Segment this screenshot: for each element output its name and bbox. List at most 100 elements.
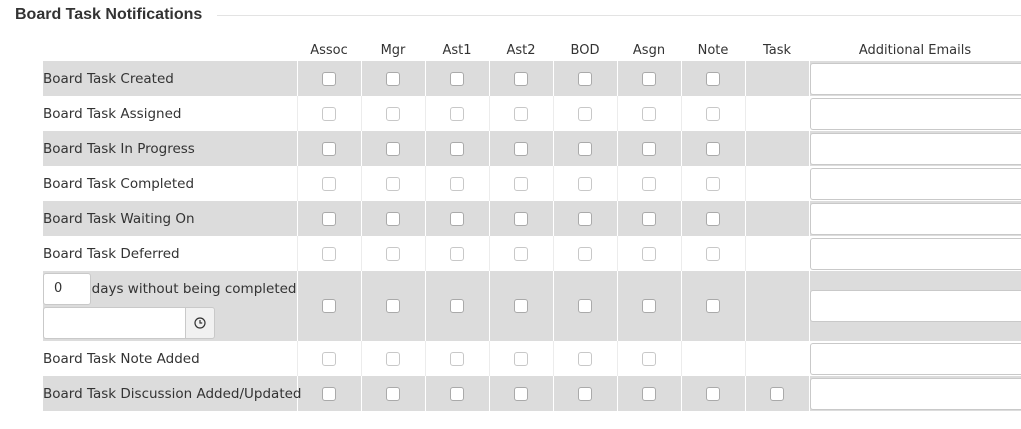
asgn-checkbox[interactable]: [642, 106, 656, 121]
note-cell-empty: [680, 341, 745, 376]
assoc-checkbox[interactable]: [322, 141, 336, 156]
bod-checkbox[interactable]: [578, 176, 592, 191]
section-divider: [217, 15, 1021, 16]
mgr-checkbox[interactable]: [386, 386, 400, 401]
bod-checkbox[interactable]: [578, 141, 592, 156]
mgr-checkbox[interactable]: [386, 351, 400, 366]
ast1-checkbox[interactable]: [450, 71, 464, 86]
table-row: 0 days without being completed: [43, 271, 1021, 341]
bod-checkbox[interactable]: [578, 246, 592, 261]
note-checkbox[interactable]: [706, 299, 720, 313]
ast2-checkbox[interactable]: [514, 71, 528, 86]
additional-emails-input[interactable]: [809, 377, 1021, 410]
table-row: Board Task Assigned: [43, 96, 1021, 131]
additional-emails-input[interactable]: [809, 97, 1021, 130]
ast1-checkbox[interactable]: [450, 176, 464, 191]
assoc-checkbox[interactable]: [322, 351, 336, 366]
mgr-checkbox[interactable]: [386, 141, 400, 156]
ast1-checkbox[interactable]: [450, 351, 464, 366]
ast2-checkbox[interactable]: [514, 211, 528, 226]
ast2-checkbox[interactable]: [514, 351, 528, 366]
col-header-bod: BOD: [570, 43, 600, 58]
additional-emails-input[interactable]: [809, 202, 1021, 235]
days-suffix-label: days without being completed: [91, 281, 297, 297]
assoc-checkbox[interactable]: [322, 386, 336, 401]
additional-emails-input[interactable]: [809, 342, 1021, 375]
note-checkbox[interactable]: [706, 106, 720, 121]
note-checkbox[interactable]: [706, 141, 720, 156]
notification-table: Assoc Mgr Ast1 Ast2 BOD Asgn Note Task A…: [43, 40, 1021, 411]
ast1-checkbox[interactable]: [450, 386, 464, 401]
assoc-checkbox[interactable]: [322, 299, 336, 313]
task-cell-empty: [744, 96, 809, 131]
ast1-checkbox[interactable]: [450, 141, 464, 156]
days-input[interactable]: 0: [43, 273, 91, 305]
header-row: Assoc Mgr Ast1 Ast2 BOD Asgn Note Task A…: [43, 40, 1021, 61]
bod-checkbox[interactable]: [578, 71, 592, 86]
mgr-checkbox[interactable]: [386, 299, 400, 313]
asgn-checkbox[interactable]: [642, 141, 656, 156]
additional-emails-input[interactable]: [809, 132, 1021, 165]
time-input[interactable]: [43, 307, 185, 339]
bod-checkbox[interactable]: [578, 299, 592, 313]
bod-checkbox[interactable]: [578, 351, 592, 366]
ast1-checkbox[interactable]: [450, 246, 464, 261]
additional-emails-input[interactable]: [809, 290, 1021, 322]
col-header-ast1: Ast1: [442, 43, 472, 58]
task-cell-empty: [744, 236, 809, 271]
task-checkbox[interactable]: [770, 386, 784, 401]
ast2-checkbox[interactable]: [514, 106, 528, 121]
note-checkbox[interactable]: [706, 71, 720, 86]
row-label-days: 0 days without being completed: [43, 271, 297, 341]
assoc-checkbox[interactable]: [322, 211, 336, 226]
asgn-checkbox[interactable]: [642, 71, 656, 86]
asgn-checkbox[interactable]: [642, 176, 656, 191]
asgn-checkbox[interactable]: [642, 246, 656, 261]
bod-checkbox[interactable]: [578, 211, 592, 226]
assoc-checkbox[interactable]: [322, 176, 336, 191]
bod-checkbox[interactable]: [578, 106, 592, 121]
ast2-checkbox[interactable]: [514, 141, 528, 156]
ast2-checkbox[interactable]: [514, 176, 528, 191]
note-checkbox[interactable]: [706, 211, 720, 226]
task-cell-empty: [744, 166, 809, 201]
mgr-checkbox[interactable]: [386, 106, 400, 121]
note-checkbox[interactable]: [706, 176, 720, 191]
asgn-checkbox[interactable]: [642, 351, 656, 366]
assoc-checkbox[interactable]: [322, 246, 336, 261]
asgn-checkbox[interactable]: [642, 299, 656, 313]
mgr-checkbox[interactable]: [386, 71, 400, 86]
asgn-checkbox[interactable]: [642, 386, 656, 401]
section-title: Board Task Notifications: [15, 6, 203, 23]
clock-icon: [194, 317, 206, 329]
asgn-checkbox[interactable]: [642, 211, 656, 226]
note-checkbox[interactable]: [706, 386, 720, 401]
time-picker-button[interactable]: [185, 307, 215, 339]
task-cell-empty: [744, 271, 809, 341]
note-checkbox[interactable]: [706, 246, 720, 261]
ast1-checkbox[interactable]: [450, 299, 464, 313]
row-label: Board Task Deferred: [43, 245, 180, 262]
additional-emails-input[interactable]: [809, 237, 1021, 270]
task-cell-empty: [744, 131, 809, 166]
ast2-checkbox[interactable]: [514, 299, 528, 313]
assoc-checkbox[interactable]: [322, 71, 336, 86]
table-row: Board Task Waiting On: [43, 201, 1021, 236]
ast2-checkbox[interactable]: [514, 386, 528, 401]
row-label: Board Task Assigned: [43, 105, 182, 122]
col-header-mgr: Mgr: [380, 43, 406, 58]
col-header-asgn: Asgn: [632, 43, 666, 58]
row-label: Board Task Discussion Added/Updated: [43, 376, 302, 411]
mgr-checkbox[interactable]: [386, 176, 400, 191]
table-row: Board Task Discussion Added/Updated: [43, 376, 1021, 411]
ast2-checkbox[interactable]: [514, 246, 528, 261]
assoc-checkbox[interactable]: [322, 106, 336, 121]
ast1-checkbox[interactable]: [450, 211, 464, 226]
mgr-checkbox[interactable]: [386, 246, 400, 261]
bod-checkbox[interactable]: [578, 386, 592, 401]
ast1-checkbox[interactable]: [450, 106, 464, 121]
mgr-checkbox[interactable]: [386, 211, 400, 226]
additional-emails-input[interactable]: [809, 167, 1021, 200]
col-header-additional-emails: Additional Emails: [858, 43, 972, 58]
additional-emails-input[interactable]: [809, 62, 1021, 95]
